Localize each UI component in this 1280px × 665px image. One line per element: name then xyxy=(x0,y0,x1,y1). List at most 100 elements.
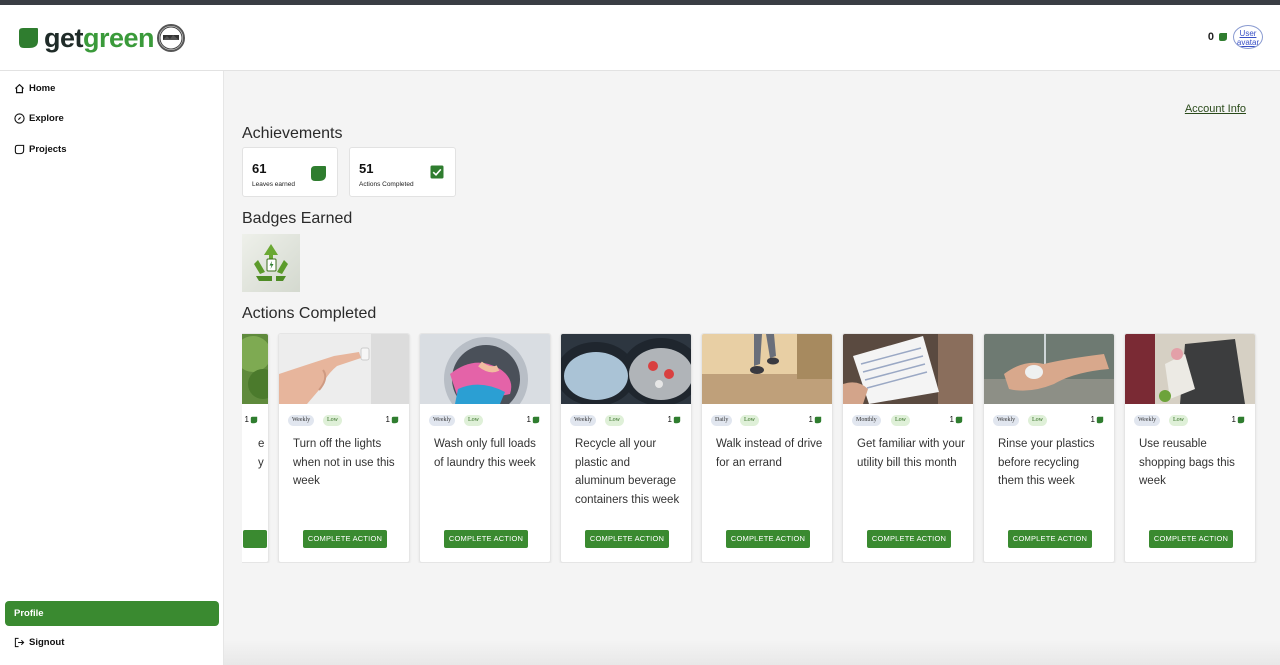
stat-value: 61 xyxy=(252,161,267,176)
frequency-tag: Weekly xyxy=(429,415,456,426)
stat-label: Leaves earned xyxy=(252,181,296,188)
signout-button[interactable]: Signout xyxy=(14,637,64,648)
action-card: Weekly Low 1 Rinse your plastics before … xyxy=(983,333,1115,563)
header-leaf-count: 0 xyxy=(1207,31,1214,43)
action-card: Weekly Low 1 Turn off the lights when no… xyxy=(278,333,410,563)
badges-title: Badges Earned xyxy=(242,210,353,227)
leaf-icon xyxy=(391,416,399,423)
leaf-icon xyxy=(814,416,822,423)
signout-icon xyxy=(14,637,25,648)
action-title: Get familiar with your utility bill this… xyxy=(857,438,966,469)
complete-action-button[interactable]: COMPLETE ACTION xyxy=(867,530,951,548)
recycle-icon xyxy=(254,244,288,281)
sidebar-item-label: Explore xyxy=(29,113,64,124)
action-card: Weekly Low 1 Use reusable shopping bags … xyxy=(1124,333,1256,563)
main-content: Account Info Achievements 61 Leaves earn… xyxy=(224,71,1280,665)
leaf-reward: 1 xyxy=(1232,415,1245,424)
leaf-icon xyxy=(955,416,963,423)
impact-tag: Low xyxy=(464,415,483,426)
top-header: getgreen 0 User avatar xyxy=(0,5,1280,71)
action-image xyxy=(1125,334,1255,404)
frequency-tag: Monthly xyxy=(852,415,881,426)
action-title: Walk instead of drive for an errand xyxy=(716,438,823,469)
complete-action-button[interactable]: COMPLETE ACTION xyxy=(585,530,669,548)
sidebar-item-home[interactable]: Home xyxy=(14,83,55,94)
action-image xyxy=(561,334,691,404)
complete-action-button[interactable]: COMPLETE ACTION xyxy=(1008,530,1092,548)
checkbox-icon xyxy=(430,165,444,179)
action-card: Weekly Low 1 Wash only full loads of lau… xyxy=(419,333,551,563)
sidebar-item-explore[interactable]: Explore xyxy=(14,113,64,124)
action-image xyxy=(984,334,1114,404)
action-image xyxy=(420,334,550,404)
action-title: Use reusable shopping bags this week xyxy=(1139,438,1235,487)
frequency-tag: Weekly xyxy=(993,415,1020,426)
leaf-icon xyxy=(250,416,258,423)
stat-card-actions: 51 Actions Completed xyxy=(349,147,456,197)
stat-label: Actions Completed xyxy=(359,181,414,188)
header-leaf-status: 0 User avatar xyxy=(1208,25,1263,49)
leaf-reward: 1 xyxy=(386,415,399,424)
complete-action-button[interactable]: COMPLETE ACTION xyxy=(303,530,387,548)
leaf-reward: 1 xyxy=(527,415,540,424)
leaf-reward: 1 xyxy=(668,415,681,424)
action-title: e y xyxy=(258,438,265,469)
home-icon xyxy=(14,83,25,94)
leaf-icon xyxy=(673,416,681,423)
action-image xyxy=(279,334,409,404)
action-card: 1 e y xyxy=(242,333,269,563)
action-image xyxy=(702,334,832,404)
leaf-icon xyxy=(1237,416,1245,423)
actions-completed-title: Actions Completed xyxy=(242,305,377,322)
action-image xyxy=(843,334,973,404)
leaf-icon xyxy=(1096,416,1104,423)
action-title: Recycle all your plastic and aluminum be… xyxy=(575,438,680,506)
leaf-icon xyxy=(311,166,326,181)
leaf-reward: 1 xyxy=(245,415,258,424)
sidebar-item-profile[interactable]: Profile xyxy=(5,601,219,626)
complete-action-button[interactable] xyxy=(243,530,267,548)
impact-tag: Low xyxy=(323,415,342,426)
recycle-badge[interactable] xyxy=(242,234,300,292)
frequency-tag: Daily xyxy=(711,415,733,426)
complete-action-button[interactable]: COMPLETE ACTION xyxy=(726,530,810,548)
impact-tag: Low xyxy=(1169,415,1188,426)
sidebar-item-label: Projects xyxy=(29,144,67,155)
signout-label: Signout xyxy=(29,637,65,648)
complete-action-button[interactable]: COMPLETE ACTION xyxy=(1149,530,1233,548)
action-card: Weekly Low 1 Recycle all your plastic an… xyxy=(560,333,692,563)
stat-card-leaves: 61 Leaves earned xyxy=(242,147,338,197)
impact-tag: Low xyxy=(891,415,910,426)
app-logo[interactable]: getgreen xyxy=(16,23,186,53)
sidebar-item-label: Home xyxy=(29,83,56,94)
actions-carousel[interactable]: 1 e y Weekly Low 1 Turn off the lights w… xyxy=(242,333,1280,563)
leaf-reward: 1 xyxy=(1091,415,1104,424)
frequency-tag: Weekly xyxy=(1134,415,1161,426)
leaf-icon xyxy=(1219,33,1227,41)
compass-icon xyxy=(14,113,25,124)
account-info-link[interactable]: Account Info xyxy=(1185,103,1246,115)
logo-text: getgreen xyxy=(44,23,155,53)
stat-value: 51 xyxy=(359,161,374,176)
achievements-title: Achievements xyxy=(242,125,343,142)
action-title: Wash only full loads of laundry this wee… xyxy=(434,438,536,469)
frequency-tag: Weekly xyxy=(570,415,597,426)
frequency-tag: Weekly xyxy=(288,415,315,426)
action-card: Monthly Low 1 Get familiar with your uti… xyxy=(842,333,974,563)
complete-action-button[interactable]: COMPLETE ACTION xyxy=(444,530,528,548)
leaf-outline-icon xyxy=(14,144,25,155)
action-title: Rinse your plastics before recycling the… xyxy=(998,438,1095,487)
bottom-shadow xyxy=(224,640,1280,665)
action-image xyxy=(242,334,268,404)
leaf-logo-icon xyxy=(19,28,38,48)
action-card: Daily Low 1 Walk instead of drive for an… xyxy=(701,333,833,563)
seal-icon xyxy=(157,24,186,52)
user-avatar[interactable]: User avatar xyxy=(1233,25,1263,49)
leaf-reward: 1 xyxy=(809,415,822,424)
impact-tag: Low xyxy=(1028,415,1047,426)
sidebar-item-projects[interactable]: Projects xyxy=(14,144,67,155)
sidebar: Home Explore Projects Profile Signout xyxy=(0,71,224,665)
impact-tag: Low xyxy=(740,415,759,426)
leaf-icon xyxy=(532,416,540,423)
impact-tag: Low xyxy=(605,415,624,426)
